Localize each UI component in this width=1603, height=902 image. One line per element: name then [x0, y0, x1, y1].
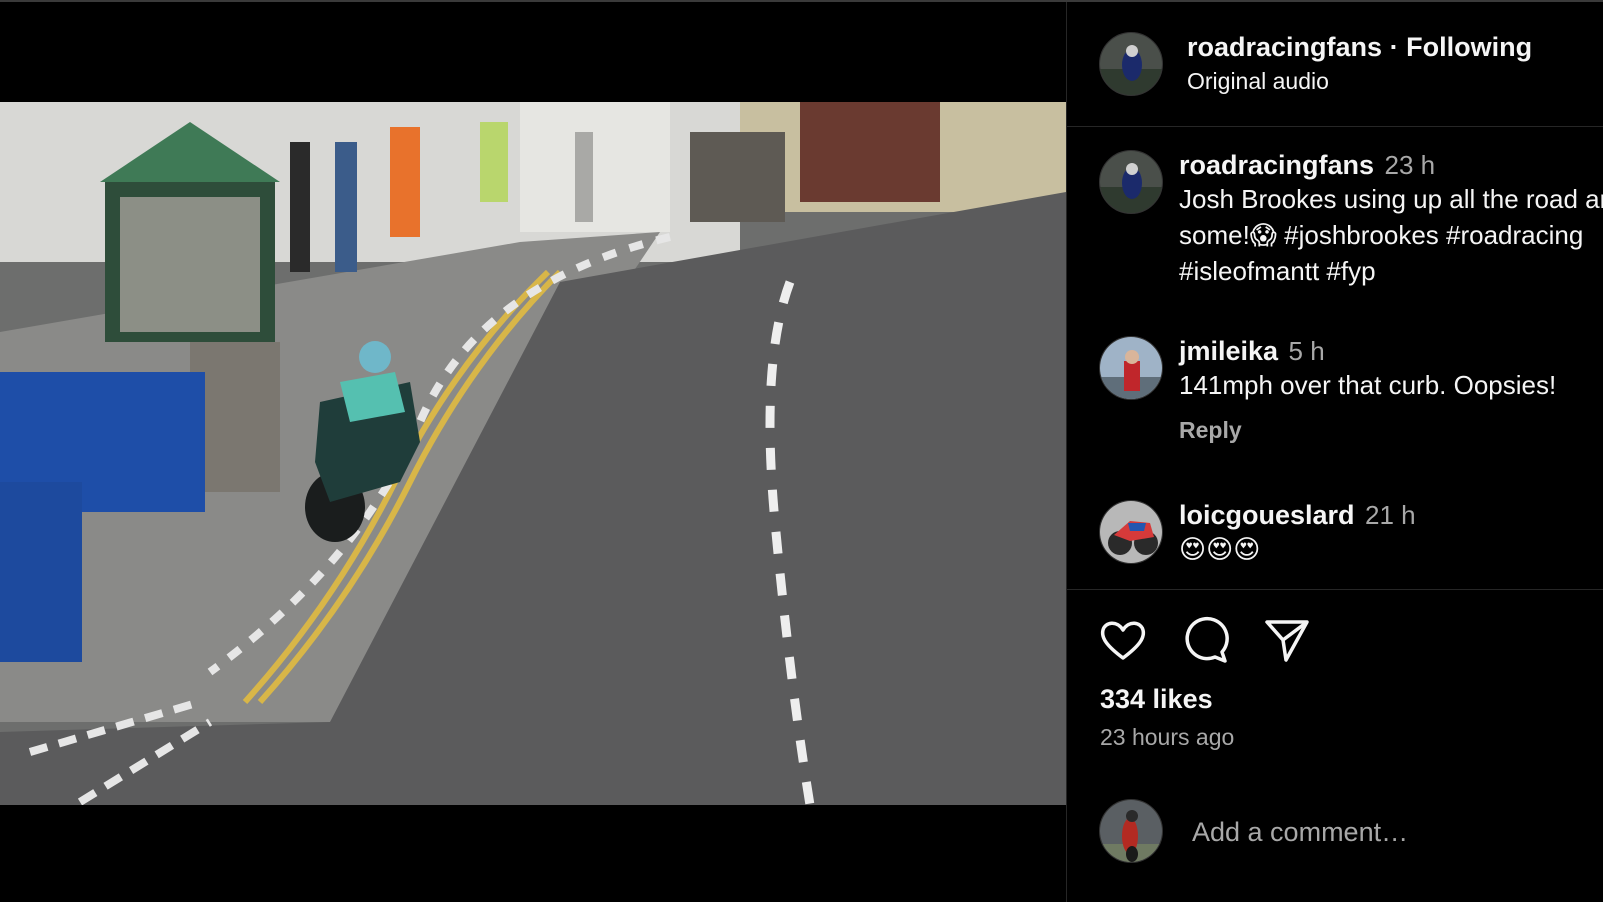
author-avatar[interactable]: [1099, 32, 1163, 96]
caption-text-line: Josh Brookes using up all the road and: [1179, 184, 1603, 214]
comment-text: 😍😍😍: [1179, 534, 1261, 564]
heart-icon: [1099, 618, 1147, 667]
action-icons: [1097, 616, 1313, 666]
comment-body: loicgoueslard 21 h 😍😍😍: [1179, 500, 1603, 567]
caption-text-line: some!😱 #joshbrookes #roadracing: [1179, 220, 1584, 250]
share-button[interactable]: [1261, 616, 1313, 668]
audio-link[interactable]: Original audio: [1187, 68, 1329, 95]
video-frame: [0, 102, 1066, 805]
share-icon: [1264, 617, 1310, 668]
comment-button[interactable]: [1179, 616, 1231, 668]
comment-body: jmileika 5 h 141mph over that curb. Oops…: [1179, 336, 1603, 444]
add-comment-input[interactable]: [1192, 812, 1572, 852]
comment-text: 141mph over that curb. Oopsies!: [1179, 370, 1557, 400]
reply-button[interactable]: Reply: [1179, 417, 1603, 444]
post-actions: 334 likes 23 hours ago: [1067, 592, 1603, 902]
caption-time: 23 h: [1384, 150, 1436, 180]
add-comment-row: [1067, 772, 1603, 902]
comment-username[interactable]: loicgoueslard: [1179, 500, 1355, 530]
comment-username[interactable]: jmileika: [1179, 336, 1278, 366]
likes-count[interactable]: 334 likes: [1100, 684, 1213, 715]
post-side-panel: roadracingfans · Following Original audi…: [1067, 2, 1603, 902]
caption-text-line: #isleofmantt #fyp: [1179, 256, 1376, 286]
caption-username[interactable]: roadracingfans: [1179, 150, 1374, 180]
video-player[interactable]: [0, 102, 1066, 805]
media-area: [0, 2, 1066, 902]
like-button[interactable]: [1097, 616, 1149, 668]
post-timestamp: 23 hours ago: [1100, 724, 1235, 750]
comment-time: 21 h: [1365, 500, 1416, 530]
comments-list[interactable]: roadracingfans 23 h Josh Brookes using u…: [1067, 128, 1603, 590]
commenter-avatar[interactable]: [1099, 336, 1163, 400]
author-username[interactable]: roadracingfans: [1187, 32, 1382, 62]
caption-body: roadracingfans 23 h Josh Brookes using u…: [1179, 150, 1603, 289]
separator-dot: ·: [1389, 32, 1399, 62]
following-button[interactable]: Following: [1406, 32, 1532, 62]
author-line: roadracingfans · Following: [1187, 32, 1532, 63]
comment-icon: [1181, 616, 1229, 669]
commenter-avatar[interactable]: [1099, 500, 1163, 564]
caption-avatar[interactable]: [1099, 150, 1163, 214]
comment-time: 5 h: [1288, 336, 1325, 366]
current-user-avatar: [1099, 799, 1163, 863]
post-header: roadracingfans · Following Original audi…: [1067, 2, 1603, 127]
